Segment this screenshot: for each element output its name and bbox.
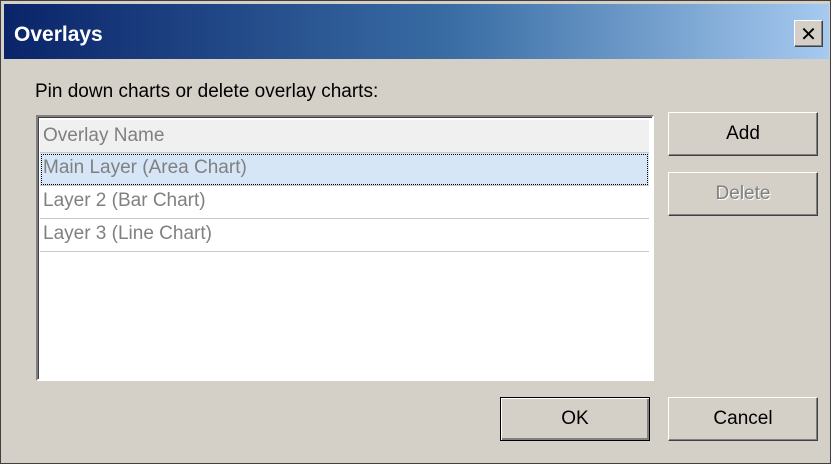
column-header-label: Overlay Name xyxy=(43,125,165,146)
delete-button[interactable]: Delete xyxy=(668,172,818,216)
overlays-dialog: Overlays ✕ Pin down charts or delete ove… xyxy=(0,0,831,464)
list-item[interactable]: Layer 2 (Bar Chart) xyxy=(40,186,649,219)
add-button[interactable]: Add xyxy=(668,112,818,156)
list-item-label: Layer 3 (Line Chart) xyxy=(43,223,212,244)
title-bar[interactable]: Overlays ✕ xyxy=(4,4,829,59)
overlay-list[interactable]: Overlay Name Main Layer (Area Chart) Lay… xyxy=(36,115,654,381)
list-item[interactable]: Main Layer (Area Chart) xyxy=(40,153,649,186)
close-button[interactable]: ✕ xyxy=(794,20,823,47)
instruction-label: Pin down charts or delete overlay charts… xyxy=(35,81,379,102)
window-title: Overlays xyxy=(14,23,103,46)
ok-button[interactable]: OK xyxy=(500,397,650,441)
column-header-overlay-name[interactable]: Overlay Name xyxy=(40,120,649,153)
close-icon: ✕ xyxy=(800,21,817,46)
list-item[interactable]: Layer 3 (Line Chart) xyxy=(40,219,649,252)
cancel-button[interactable]: Cancel xyxy=(668,397,818,441)
list-item-label: Layer 2 (Bar Chart) xyxy=(43,190,206,211)
list-item-label: Main Layer (Area Chart) xyxy=(43,157,247,178)
